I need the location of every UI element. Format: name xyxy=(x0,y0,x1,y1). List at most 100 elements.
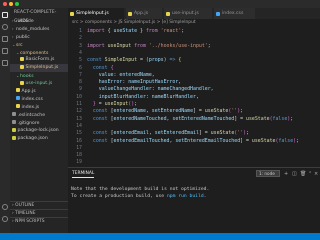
line-number: 17 xyxy=(76,144,82,151)
code-line[interactable]: const [enteredNameTouched, setEnteredNam… xyxy=(87,116,293,123)
code-token: setEnteredEmailTouched xyxy=(175,137,241,144)
editor-tab[interactable]: SimpleInput.js xyxy=(68,8,125,19)
file-tree: › .vscode › node_modules › public ⌄src ⌄compone… xyxy=(10,17,68,143)
code-line[interactable]: const [enteredEmailTouched, setEnteredEm… xyxy=(87,138,299,145)
split-terminal-icon[interactable]: ◫ xyxy=(292,171,297,177)
line-number: 8 xyxy=(79,79,82,86)
code-token: enteredName xyxy=(119,71,152,78)
code-line[interactable]: } = useInput(); xyxy=(87,101,137,108)
maximize-window-button[interactable] xyxy=(15,2,19,6)
code-token: const xyxy=(87,137,108,144)
bottom-panel: TERMINAL 1: node + ◫ 🗑 ⌃ × Note that the… xyxy=(68,167,320,233)
file-type-icon xyxy=(20,56,24,61)
line-number: 19 xyxy=(76,159,82,166)
explorer-file[interactable]: package-lock.json xyxy=(10,127,68,135)
explorer-folder[interactable]: ⌄components xyxy=(10,49,68,57)
explorer-file[interactable]: BasicForm.js xyxy=(10,56,68,64)
explorer-item-label: BasicForm.js xyxy=(25,57,55,63)
code-line[interactable]: value: enteredName, xyxy=(87,72,155,79)
explorer-icon[interactable] xyxy=(2,12,8,18)
code-token: = xyxy=(137,57,146,64)
sidebar-section-npm-scripts[interactable]: › NPM SCRIPTS xyxy=(10,217,68,225)
terminal-text: . xyxy=(203,194,207,199)
code-token: , xyxy=(195,93,199,100)
account-icon[interactable] xyxy=(2,204,8,210)
code-token: = xyxy=(95,101,105,107)
explorer-folder[interactable]: › node_modules xyxy=(10,25,68,33)
explorer-item-label: .vscode xyxy=(16,19,34,24)
code-line[interactable]: import useInput from '../hooks/use-input… xyxy=(87,43,211,50)
explorer-file[interactable]: index.css xyxy=(10,96,68,104)
gear-icon[interactable] xyxy=(2,216,8,222)
explorer-folder[interactable]: ⌄src xyxy=(10,41,68,49)
explorer-file[interactable]: SimpleInput.js xyxy=(10,64,68,73)
code-line[interactable]: valueChangeHandler: nameChangedHandler, xyxy=(87,86,214,93)
code-line[interactable]: hasError: nameInputHasError, xyxy=(87,79,181,86)
explorer-item-label: use-input.js xyxy=(25,81,53,87)
kill-terminal-icon[interactable]: 🗑 xyxy=(300,171,306,177)
maximize-panel-icon[interactable]: ⌃ xyxy=(308,171,312,177)
activity-bar xyxy=(0,8,10,240)
code-editor[interactable]: 1 2 3 4 5 6 7 8 9 10 11 12 13 14 15 16 17 18 19 import { u… xyxy=(68,27,320,167)
code-token: ] = xyxy=(234,115,247,122)
code-token: ; xyxy=(181,28,185,34)
code-token: ; xyxy=(296,137,300,144)
explorer-item-label: src xyxy=(16,42,23,48)
minimize-window-button[interactable] xyxy=(9,2,13,6)
code-token: useState xyxy=(246,115,270,122)
explorer-item-label: index.css xyxy=(21,96,43,102)
editor-tab[interactable]: use-input.js xyxy=(164,8,213,19)
terminal-select[interactable]: 1: node xyxy=(256,170,280,177)
explorer-file[interactable]: use-input.js xyxy=(10,80,68,88)
explorer-file[interactable]: index.js xyxy=(10,104,68,112)
explorer-folder[interactable]: › public xyxy=(10,33,68,41)
explorer-file[interactable]: .eslintcache xyxy=(10,112,68,120)
editor-tab-label: SimpleInput.js xyxy=(76,11,109,16)
add-terminal-icon[interactable]: + xyxy=(284,171,288,177)
explorer-folder[interactable]: ⌄hooks xyxy=(10,72,68,80)
explorer-file[interactable]: App.js xyxy=(10,88,68,96)
explorer-sidebar: REACT-COMPLETE-GUIDE › .vscode › node_modul… xyxy=(10,8,68,240)
code-line[interactable]: const [enteredEmail, setEnteredEmail] = … xyxy=(87,130,249,137)
code-line[interactable]: inputBlurHandler: nameBlurHandler, xyxy=(87,94,199,101)
explorer-folder[interactable]: › .vscode xyxy=(10,17,68,25)
code-token: { xyxy=(175,57,182,64)
source-control-icon[interactable] xyxy=(2,36,8,42)
file-type-icon xyxy=(16,104,20,109)
close-panel-icon[interactable]: × xyxy=(314,171,318,177)
editor-tab[interactable]: App.js xyxy=(126,8,163,19)
code-token: '../hooks/use-input' xyxy=(145,42,208,49)
explorer-file[interactable]: .gitignore xyxy=(10,119,68,128)
code-line[interactable]: const { xyxy=(87,65,114,72)
explorer-section-title[interactable]: REACT-COMPLETE-GUIDE xyxy=(10,8,68,24)
line-number: 3 xyxy=(79,42,82,49)
tab-terminal[interactable]: TERMINAL xyxy=(72,171,95,178)
editor-tab[interactable]: index.css xyxy=(214,8,256,19)
sidebar-section-timeline[interactable]: › TIMELINE xyxy=(10,209,68,217)
sidebar-section-outline[interactable]: › OUTLINE xyxy=(10,201,68,209)
explorer-item-label: App.js xyxy=(21,89,36,95)
extensions-icon[interactable] xyxy=(2,60,8,66)
run-debug-icon[interactable] xyxy=(2,48,8,54)
code-token: useState xyxy=(204,108,229,115)
code-token: const xyxy=(87,57,102,64)
code-line[interactable]: import { useState } from 'react'; xyxy=(87,28,184,35)
search-icon[interactable] xyxy=(2,24,8,30)
title-bar xyxy=(0,0,320,8)
terminal-text: To create a production build, use xyxy=(71,194,167,199)
code-token: setEnteredNameTouched xyxy=(172,115,235,122)
line-number: 16 xyxy=(76,137,82,144)
code-token: nameBlurHandler xyxy=(151,93,196,100)
line-number: 5 xyxy=(79,57,82,64)
code-token: import xyxy=(87,42,105,49)
code-token: hasError xyxy=(87,79,123,86)
breadcrumb[interactable]: src > components > JS SimpleInput.js > [… xyxy=(68,19,320,27)
editor-tab-label: use-input.js xyxy=(172,11,199,16)
code-line[interactable]: const SimpleInput = (props) => { xyxy=(87,57,181,64)
code-line[interactable]: const [enteredName, setEnteredName] = us… xyxy=(87,108,243,115)
code-token: const xyxy=(87,64,108,71)
file-type-icon xyxy=(12,112,16,117)
explorer-file[interactable]: package.json xyxy=(10,135,68,143)
line-number: 1 xyxy=(79,28,82,34)
close-window-button[interactable] xyxy=(3,2,7,6)
